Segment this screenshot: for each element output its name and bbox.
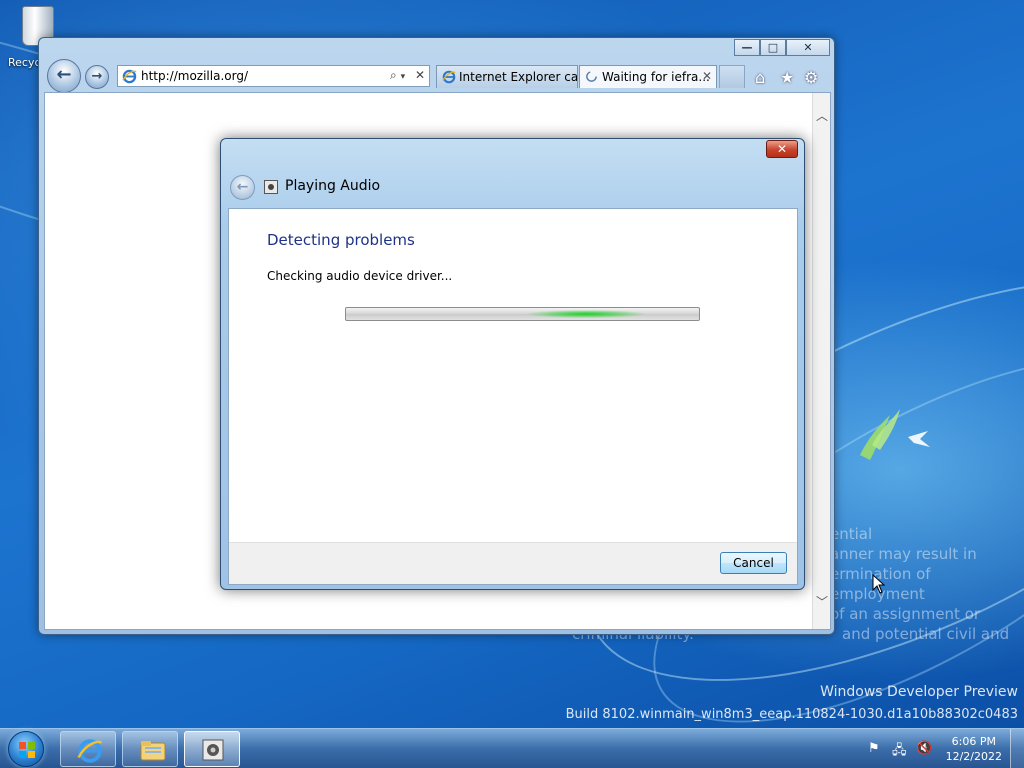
window-caption-buttons: — □ ✕: [734, 39, 830, 56]
dialog-heading: Detecting problems: [267, 231, 415, 249]
troubleshooter-dialog: ✕ ← Playing Audio Detecting problems Che…: [220, 138, 805, 590]
dialog-status-text: Checking audio device driver...: [267, 269, 453, 283]
tools-icon[interactable]: ⚙: [804, 68, 818, 87]
taskbar: ⚑ 🖧 🔇 6:06 PM 12/2/2022: [0, 728, 1024, 768]
new-tab-button[interactable]: [719, 65, 745, 88]
progress-indicator: [526, 310, 646, 318]
build-watermark-title: Windows Developer Preview: [820, 684, 1018, 700]
favorites-icon[interactable]: ★: [780, 68, 794, 87]
ie-icon: [442, 70, 456, 84]
back-button[interactable]: ←: [47, 59, 81, 93]
clock-time: 6:06 PM: [951, 735, 996, 748]
tab-close-icon[interactable]: ✕: [702, 69, 712, 83]
taskbar-internet-explorer[interactable]: [60, 731, 116, 767]
maximize-button[interactable]: □: [760, 39, 786, 56]
progress-bar: [345, 307, 700, 321]
minimize-button[interactable]: —: [734, 39, 760, 56]
mouse-cursor-icon: [872, 574, 886, 594]
search-icon[interactable]: ⌕: [390, 68, 397, 82]
dialog-footer: Cancel: [229, 542, 797, 584]
audio-troubleshooter-icon: [264, 180, 278, 194]
tab-label: Internet Explorer ca...: [459, 70, 578, 84]
internet-explorer-icon: [77, 739, 103, 763]
dialog-close-button[interactable]: ✕: [766, 140, 798, 158]
taskbar-playing-audio[interactable]: [184, 731, 240, 767]
taskbar-windows-explorer[interactable]: [122, 731, 178, 767]
scroll-up-icon[interactable]: ︿: [816, 107, 828, 124]
tab-waiting[interactable]: Waiting for iefra... ✕: [579, 65, 717, 88]
folder-icon: [140, 741, 166, 761]
cancel-button[interactable]: Cancel: [720, 552, 787, 574]
build-watermark-version: Build 8102.winmain_win8m3_eeap.110824-10…: [565, 707, 1018, 722]
clock-date: 12/2/2022: [945, 750, 1002, 763]
tab-internet-explorer[interactable]: Internet Explorer ca...: [436, 65, 578, 88]
vertical-scrollbar[interactable]: ︿ ﹀: [812, 93, 830, 629]
network-icon[interactable]: 🖧: [892, 741, 907, 763]
confidential-watermark: ential anner may result in ermination of…: [830, 524, 1024, 644]
watermark-line: ermination of employment: [830, 565, 931, 603]
watermark-line: and potential civil and: [842, 625, 1010, 643]
home-icon[interactable]: ⌂: [755, 68, 765, 87]
watermark-line: anner may result in: [830, 545, 977, 563]
desktop: Recyc ential anner may result in erminat…: [0, 0, 1024, 728]
start-button[interactable]: [8, 731, 44, 767]
clock[interactable]: 6:06 PM 12/2/2022: [946, 734, 1002, 764]
dropdown-arrow-icon[interactable]: ▾: [401, 72, 406, 82]
scroll-down-icon[interactable]: ﹀: [816, 593, 828, 610]
system-tray: ⚑ 🖧 🔇 6:06 PM 12/2/2022: [854, 729, 1024, 768]
dialog-back-button[interactable]: ←: [230, 175, 255, 200]
action-center-flag-icon[interactable]: ⚑: [868, 741, 880, 756]
address-tools: ⌕ ▾ ✕: [390, 68, 425, 83]
stop-icon[interactable]: ✕: [415, 68, 425, 82]
address-url: http://mozilla.org/: [141, 69, 248, 83]
forward-button[interactable]: →: [85, 65, 109, 89]
ie-page-icon: [122, 69, 137, 84]
watermark-line: ential: [830, 525, 873, 543]
loading-icon: [586, 71, 597, 82]
address-bar[interactable]: http://mozilla.org/ ⌕ ▾ ✕: [117, 65, 430, 87]
dialog-title: Playing Audio: [285, 178, 381, 194]
close-button[interactable]: ✕: [786, 39, 830, 56]
windows-logo-icon: [19, 742, 35, 758]
volume-muted-icon[interactable]: 🔇: [916, 741, 932, 756]
tab-label: Waiting for iefra...: [602, 70, 710, 84]
watermark-line: of an assignment or: [830, 605, 981, 623]
show-desktop-button[interactable]: [1010, 729, 1024, 768]
dialog-body: Detecting problems Checking audio device…: [228, 208, 798, 585]
audio-troubleshooter-icon: [202, 739, 224, 761]
wallpaper-birds: [860, 409, 930, 460]
